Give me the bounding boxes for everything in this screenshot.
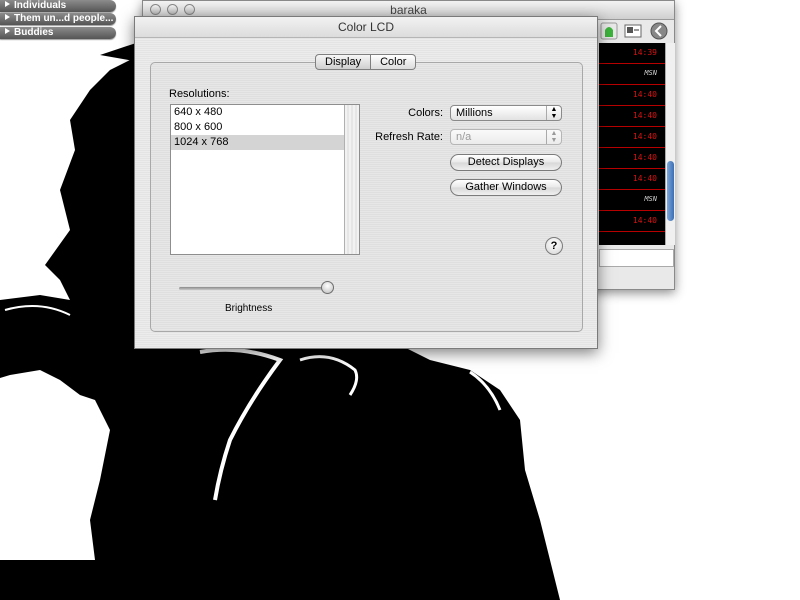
chat-row: MSN <box>599 64 665 85</box>
chat-timestamp: 14:40 <box>632 174 657 183</box>
updown-arrows-icon: ▲ ▼ <box>546 130 561 144</box>
chat-row: 14:40 <box>599 211 665 232</box>
chat-timestamp: 14:40 <box>632 153 657 162</box>
resolution-item-800[interactable]: 800 x 600 <box>171 120 345 135</box>
gather-windows-button[interactable]: Gather Windows <box>450 179 562 196</box>
refresh-rate-popup[interactable]: n/a ▲ ▼ <box>450 129 562 145</box>
resolution-item-640[interactable]: 640 x 480 <box>171 105 345 120</box>
resolution-item-1024[interactable]: 1024 x 768 <box>171 135 345 150</box>
drawer-tab-buddies[interactable]: Buddies <box>0 27 116 39</box>
chat-row: 14:39 <box>599 43 665 64</box>
brightness-label: Brightness <box>225 303 273 314</box>
zoom-window-button[interactable] <box>184 4 195 15</box>
drawer-tab-them[interactable]: Them un...d people... <box>0 13 116 25</box>
close-window-button[interactable] <box>150 4 161 15</box>
chat-row: 14:40 <box>599 169 665 190</box>
chat-timestamp: 14:40 <box>632 216 657 225</box>
chat-timestamp: MSN <box>644 195 657 203</box>
status-green-icon[interactable] <box>599 21 619 41</box>
resolutions-label: Resolutions: <box>169 88 230 100</box>
chat-timestamp: MSN <box>644 69 657 77</box>
minimize-window-button[interactable] <box>167 4 178 15</box>
disclosure-triangle-icon <box>5 28 10 35</box>
colors-label: Colors: <box>408 107 443 119</box>
resolutions-list[interactable]: 640 x 480 800 x 600 1024 x 768 <box>170 104 360 255</box>
disclosure-triangle-icon <box>5 14 10 21</box>
refresh-rate-label: Refresh Rate: <box>375 131 443 143</box>
chat-timestamp: 14:40 <box>632 111 657 120</box>
tab-bar: Display Color <box>315 54 417 70</box>
disclosure-triangle-icon <box>5 1 10 8</box>
colors-value: Millions <box>456 107 493 119</box>
chat-timestamp: 14:40 <box>632 132 657 141</box>
color-lcd-titlebar[interactable]: Color LCD <box>135 17 597 38</box>
tab-color[interactable]: Color <box>371 54 417 70</box>
chat-timestamp: 14:40 <box>632 90 657 99</box>
tab-display[interactable]: Display <box>315 54 372 70</box>
chat-timestamp: 14:39 <box>632 48 657 57</box>
chat-scroll-thumb[interactable] <box>667 161 674 221</box>
card-icon[interactable] <box>623 21 643 41</box>
resolutions-scrollbar[interactable] <box>344 105 359 254</box>
help-button[interactable]: ? <box>545 237 563 255</box>
chat-row: 14:40 <box>599 127 665 148</box>
chat-row: 14:40 <box>599 106 665 127</box>
chat-row: 14:40 <box>599 85 665 106</box>
chat-scrollbar[interactable] <box>665 43 675 245</box>
color-lcd-window: Color LCD Display Color Resolutions: 640… <box>134 16 598 349</box>
back-icon[interactable] <box>649 21 669 41</box>
chat-row: MSN <box>599 190 665 211</box>
refresh-rate-value: n/a <box>456 131 472 143</box>
baraka-title: baraka <box>390 3 427 17</box>
chat-row: 14:40 <box>599 148 665 169</box>
window-title: Color LCD <box>337 20 394 34</box>
drawer-tab-individuals[interactable]: Individuals <box>0 0 116 12</box>
chat-message-input[interactable] <box>599 249 674 267</box>
colors-popup[interactable]: Millions ▲ ▼ <box>450 105 562 121</box>
brightness-slider[interactable] <box>179 287 331 290</box>
updown-arrows-icon: ▲ ▼ <box>546 106 561 120</box>
chat-transcript[interactable]: 14:39 MSN 14:40 14:40 14:40 14:40 14:40 MSN 14:4… <box>599 43 665 245</box>
detect-displays-button[interactable]: Detect Displays <box>450 154 562 171</box>
